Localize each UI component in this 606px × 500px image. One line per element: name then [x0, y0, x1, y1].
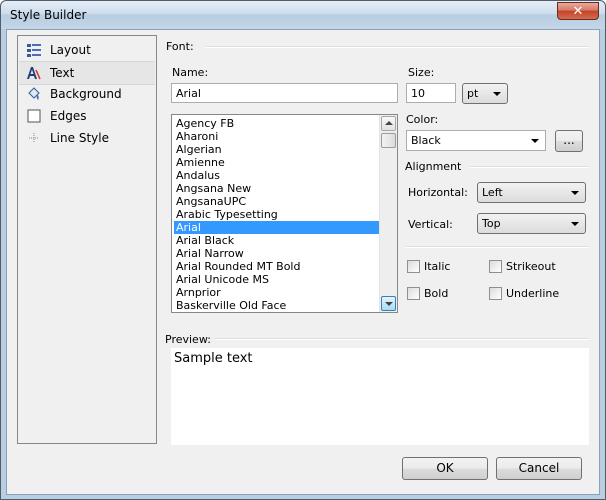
nav-item-edges[interactable]: Edges	[19, 105, 155, 127]
font-list[interactable]: Agency FB Aharoni Algerian Amienne Andalus An…	[171, 114, 398, 313]
font-group-divider	[205, 46, 589, 48]
preview-divider	[215, 338, 589, 340]
nav-item-text[interactable]: Text	[19, 61, 155, 85]
vertical-label: Vertical:	[408, 218, 453, 231]
title-bar[interactable]: Style Builder ✕	[1, 1, 605, 29]
strikeout-label: Strikeout	[506, 260, 556, 273]
italic-label: Italic	[424, 260, 451, 273]
font-list-item[interactable]: Arial Unicode MS	[174, 273, 382, 286]
strikeout-checkbox[interactable]	[489, 260, 502, 273]
horizontal-alignment-dropdown[interactable]: Left	[477, 182, 586, 203]
preview-area: Sample text	[171, 348, 589, 445]
font-list-item[interactable]: Arial Narrow	[174, 247, 382, 260]
vertical-alignment-dropdown[interactable]: Top	[477, 213, 586, 234]
horizontal-label: Horizontal:	[408, 186, 468, 199]
font-name-field[interactable]: Arial	[171, 83, 398, 103]
effects-divider	[405, 246, 588, 248]
nav-label-edges: Edges	[50, 109, 87, 123]
preview-label: Preview:	[165, 333, 211, 346]
name-label: Name:	[172, 66, 209, 79]
window-title: Style Builder	[10, 8, 87, 22]
background-icon	[28, 87, 40, 100]
font-group-label: Font:	[166, 40, 194, 53]
nav-label-layout: Layout	[50, 43, 91, 57]
cancel-button[interactable]: Cancel	[496, 457, 582, 480]
style-builder-window: Style Builder ✕ Layout Text Background E…	[0, 0, 606, 500]
chevron-down-icon	[571, 191, 579, 195]
size-label: Size:	[408, 66, 435, 79]
font-list-item[interactable]: Algerian	[174, 143, 382, 156]
font-list-item[interactable]: Agency FB	[174, 117, 382, 130]
scroll-down-button[interactable]	[381, 296, 396, 311]
size-unit-value: pt	[467, 87, 479, 100]
color-dropdown[interactable]: Black	[406, 130, 546, 151]
font-list-item[interactable]: Aharoni	[174, 130, 382, 143]
edges-icon	[27, 109, 41, 123]
underline-checkbox[interactable]	[489, 287, 502, 300]
alignment-group-divider	[470, 166, 588, 168]
font-list-item[interactable]: AngsanaUPC	[174, 195, 382, 208]
color-picker-button[interactable]: ...	[555, 130, 583, 152]
nav-item-layout[interactable]: Layout	[19, 39, 155, 61]
font-list-item[interactable]: Arial Rounded MT Bold	[174, 260, 382, 273]
font-list-scrollbar[interactable]	[379, 115, 397, 312]
layout-icon	[27, 44, 41, 57]
italic-checkbox[interactable]	[407, 260, 420, 273]
ok-button[interactable]: OK	[402, 457, 488, 480]
text-icon	[27, 67, 41, 80]
bold-checkbox[interactable]	[407, 287, 420, 300]
font-list-item[interactable]: Arial Black	[174, 234, 382, 247]
alignment-group-label: Alignment	[405, 160, 462, 173]
nav-label-line-style: Line Style	[50, 131, 109, 145]
close-button[interactable]: ✕	[557, 2, 599, 20]
font-list-item[interactable]: Arial	[174, 221, 382, 234]
scroll-thumb[interactable]	[381, 133, 396, 148]
bold-label: Bold	[424, 287, 449, 300]
color-label: Color:	[406, 113, 439, 126]
vertical-alignment-value: Top	[482, 217, 501, 230]
close-icon: ✕	[572, 4, 584, 19]
font-list-item[interactable]: Andalus	[174, 169, 382, 182]
chevron-down-icon	[531, 139, 539, 143]
font-list-item[interactable]: Amienne	[174, 156, 382, 169]
chevron-down-icon	[571, 222, 579, 226]
category-list: Layout Text Background Edges Line Style	[17, 35, 157, 444]
nav-item-background[interactable]: Background	[19, 83, 155, 105]
color-value: Black	[411, 134, 441, 147]
arrow-up-icon	[385, 121, 393, 125]
horizontal-alignment-value: Left	[482, 186, 503, 199]
size-unit-dropdown[interactable]: pt	[462, 83, 508, 104]
dialog-body: Layout Text Background Edges Line Style …	[6, 29, 600, 495]
font-size-field[interactable]: 10	[406, 83, 456, 103]
underline-label: Underline	[506, 287, 560, 300]
chevron-down-icon	[493, 92, 501, 96]
line-style-icon	[29, 133, 39, 143]
font-list-item[interactable]: Baskerville Old Face	[174, 299, 382, 312]
font-list-item[interactable]: Angsana New	[174, 182, 382, 195]
nav-label-background: Background	[50, 87, 122, 101]
font-list-item[interactable]: Arnprior	[174, 286, 382, 299]
arrow-down-icon	[385, 302, 393, 306]
font-list-item[interactable]: Arabic Typesetting	[174, 208, 382, 221]
nav-item-line-style[interactable]: Line Style	[19, 127, 155, 149]
scroll-up-button[interactable]	[381, 116, 396, 131]
preview-text: Sample text	[174, 351, 253, 366]
nav-label-text: Text	[50, 66, 75, 80]
